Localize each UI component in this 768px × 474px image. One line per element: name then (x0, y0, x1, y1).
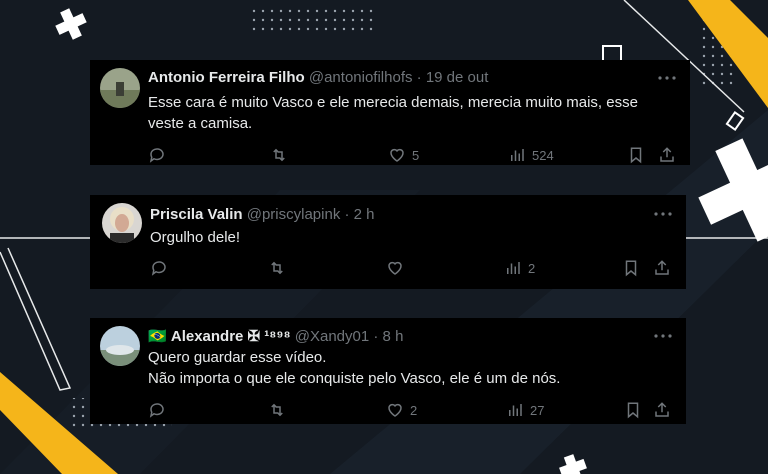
like-count: 5 (412, 147, 420, 163)
reply-icon (151, 261, 166, 276)
tweet-text-line: Quero guardar esse vídeo. (148, 349, 327, 366)
tweet-text-line: Esse cara é muito Vasco e ele merecia de… (148, 94, 638, 111)
like-button[interactable]: 2 (386, 401, 417, 419)
tweet-time[interactable]: · 19 de out (417, 69, 489, 86)
plus-shape-bottom (559, 454, 587, 474)
author-handle[interactable]: @antoniofilhofs (309, 69, 413, 86)
bookmark-button[interactable] (624, 401, 642, 419)
tweet-text-line: Orgulho dele! (150, 229, 241, 246)
avatar[interactable] (100, 68, 140, 108)
share-icon (655, 402, 669, 417)
like-button[interactable] (386, 259, 410, 277)
tweet-header: Priscila Valin @priscylapink · 2 h (150, 206, 375, 223)
retweet-button[interactable] (270, 146, 294, 164)
tweet-header: 🇧🇷 Alexandre ✠ ¹⁸⁹⁸ @Xandy01 · 8 h (148, 327, 403, 345)
bookmark-icon (625, 260, 637, 277)
more-options-icon[interactable] (657, 75, 677, 81)
reply-icon (149, 148, 164, 163)
retweet-icon (271, 261, 283, 275)
share-button[interactable] (653, 259, 671, 277)
tweet-text-line: veste a camisa. (148, 115, 253, 132)
views-button[interactable]: 524 (508, 146, 554, 164)
avatar[interactable] (102, 203, 142, 243)
retweet-icon (271, 403, 283, 417)
tweet-header: Antonio Ferreira Filho @antoniofilhofs ·… (148, 69, 488, 86)
views-chart-icon (509, 404, 522, 416)
like-button[interactable]: 5 (388, 146, 419, 164)
author-handle[interactable]: @priscylapink (247, 206, 341, 223)
share-icon (660, 147, 674, 162)
bookmark-icon (627, 402, 639, 419)
reply-button[interactable] (150, 259, 174, 277)
tweet-time[interactable]: · 8 h (373, 328, 403, 345)
author-name[interactable]: Alexandre ✠ ¹⁸⁹⁸ (171, 328, 291, 345)
author-name[interactable]: Antonio Ferreira Filho (148, 69, 305, 86)
views-chart-icon (511, 149, 524, 161)
tweet-card[interactable]: Antonio Ferreira Filho @antoniofilhofs ·… (90, 60, 690, 165)
share-button[interactable] (653, 401, 671, 419)
view-count: 2 (528, 260, 536, 276)
share-icon (655, 260, 669, 275)
avatar[interactable] (100, 326, 140, 366)
reply-button[interactable] (148, 146, 172, 164)
views-button[interactable]: 2 (504, 259, 535, 277)
heart-icon (388, 261, 402, 275)
dot-grid-top (252, 8, 378, 36)
reply-button[interactable] (148, 401, 172, 419)
author-handle[interactable]: @Xandy01 (295, 328, 369, 345)
retweet-button[interactable] (268, 401, 292, 419)
views-button[interactable]: 27 (506, 401, 544, 419)
tweet-text: Orgulho dele! (150, 227, 240, 248)
more-options-icon[interactable] (653, 333, 673, 339)
tweet-text: Quero guardar esse vídeo. Não importa o … (148, 347, 560, 389)
brazil-flag-icon: 🇧🇷 (148, 328, 167, 345)
plus-shape-top-left (55, 8, 87, 40)
heart-icon (390, 148, 404, 162)
tweet-time[interactable]: · 2 h (345, 206, 375, 223)
tweet-text-line: Não importa o que ele conquiste pelo Vas… (148, 370, 561, 387)
tweet-card[interactable]: Priscila Valin @priscylapink · 2 h Orgul… (90, 195, 686, 289)
heart-icon (388, 403, 402, 417)
author-name[interactable]: Priscila Valin (150, 206, 243, 223)
more-options-icon[interactable] (653, 211, 673, 217)
retweet-icon (273, 148, 285, 162)
reply-icon (149, 403, 164, 418)
tweet-card[interactable]: 🇧🇷 Alexandre ✠ ¹⁸⁹⁸ @Xandy01 · 8 h Quero… (90, 318, 686, 424)
bookmark-button[interactable] (627, 146, 645, 164)
like-count: 2 (410, 402, 418, 418)
views-chart-icon (507, 262, 520, 274)
tweet-text: Esse cara é muito Vasco e ele merecia de… (148, 92, 638, 134)
view-count: 524 (532, 147, 554, 163)
view-count: 27 (530, 402, 545, 418)
bookmark-icon (630, 147, 642, 164)
bookmark-button[interactable] (622, 259, 640, 277)
retweet-button[interactable] (268, 259, 292, 277)
share-button[interactable] (658, 146, 676, 164)
